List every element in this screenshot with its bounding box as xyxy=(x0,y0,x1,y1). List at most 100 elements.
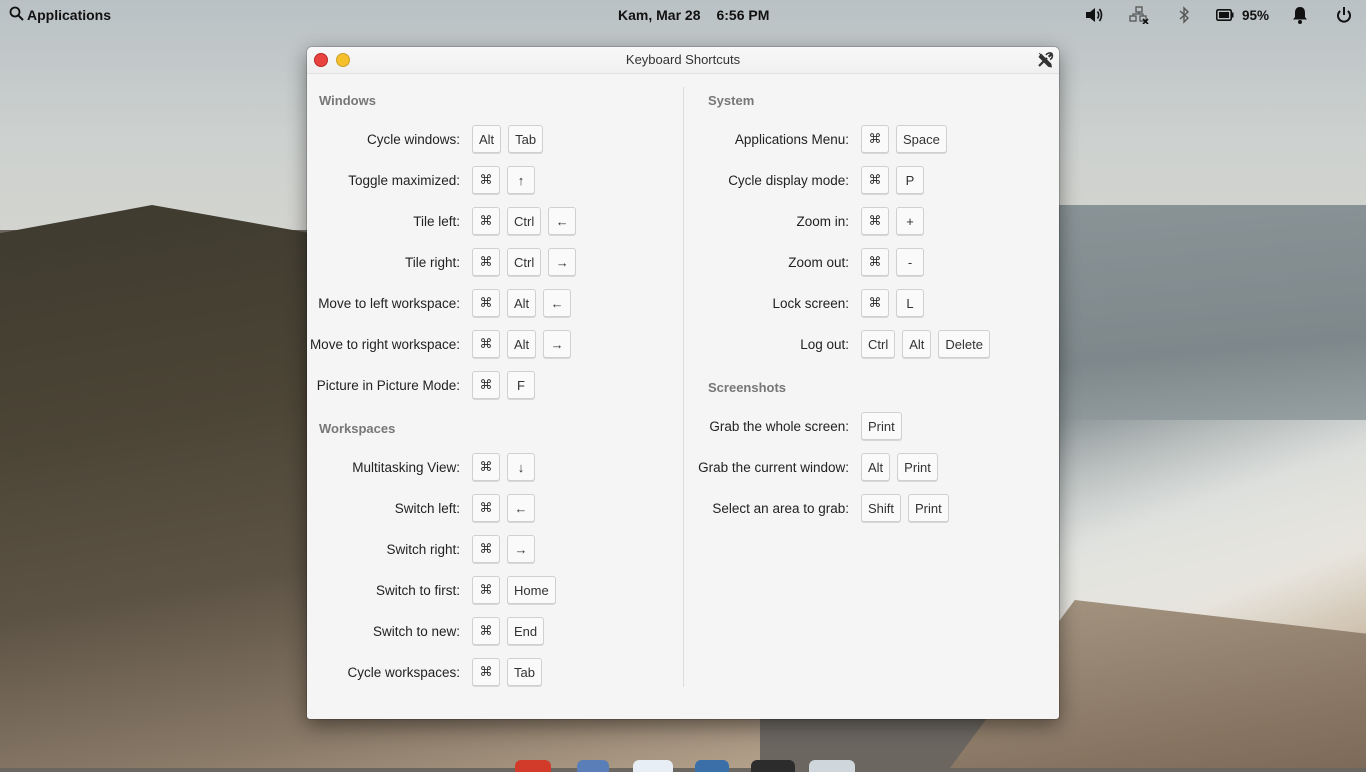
key-cap: Shift xyxy=(861,494,902,522)
shortcut-label: Cycle workspaces: xyxy=(347,665,460,680)
shortcut-keys: ⌘ F xyxy=(472,371,535,401)
key-cap: ⌘ xyxy=(472,248,500,276)
top-panel: Applications Kam, Mar 28 6:56 PM 95% xyxy=(0,0,1366,30)
key-cap: Space xyxy=(896,125,947,153)
shortcut-row: Tile left: xyxy=(307,207,460,237)
notification-bell-icon[interactable] xyxy=(1292,5,1308,25)
applications-menu-button[interactable]: Applications xyxy=(9,6,111,24)
key-cap: ⌘ xyxy=(861,125,889,153)
shortcut-row: Zoom out: xyxy=(687,248,849,278)
shortcut-row: Grab the current window: xyxy=(687,453,849,483)
shortcut-keys: ⌘ Alt ← xyxy=(472,289,572,319)
shortcut-label: Zoom out: xyxy=(788,255,849,270)
key-cap: ⌘ xyxy=(861,248,889,276)
shortcut-row: Picture in Picture Mode: xyxy=(307,371,460,401)
key-cap: ⌘ xyxy=(472,658,500,686)
volume-icon[interactable] xyxy=(1084,5,1104,25)
dock-app-icon[interactable] xyxy=(751,760,795,772)
key-cap: ⌘ xyxy=(472,371,500,399)
key-cap: Alt xyxy=(472,125,502,153)
column-divider xyxy=(683,87,684,687)
date-label: Kam, Mar 28 xyxy=(618,7,701,23)
key-cap: Home xyxy=(507,576,556,604)
shortcut-row: Cycle workspaces: xyxy=(307,658,460,688)
window-title: Keyboard Shortcuts xyxy=(625,52,741,67)
shortcut-label: Move to right workspace: xyxy=(309,337,460,352)
key-cap: ← xyxy=(543,289,572,317)
key-cap: ⌘ xyxy=(472,166,500,194)
key-cap: ↓ xyxy=(507,453,535,481)
section-title-screenshots: Screenshots xyxy=(708,380,787,395)
key-cap: ⌘ xyxy=(472,535,500,563)
shortcut-keys: ⌘ ← xyxy=(472,494,535,524)
dock-app-icon[interactable] xyxy=(515,760,551,772)
key-cap: ⌘ xyxy=(472,330,500,358)
dock-app-icon[interactable] xyxy=(577,760,609,772)
shortcut-label: Cycle display mode: xyxy=(728,173,849,188)
shortcut-keys: ⌘ + xyxy=(861,207,924,237)
shortcut-row: Lock screen: xyxy=(687,289,849,319)
key-cap: ⌘ xyxy=(472,453,500,481)
key-cap: ↑ xyxy=(507,166,535,194)
shortcut-row: Tile right: xyxy=(307,248,460,278)
key-cap: ⌘ xyxy=(472,576,500,604)
shortcut-row: Switch to new: xyxy=(307,617,460,647)
shortcut-label: Select an area to grab: xyxy=(712,501,849,516)
shortcut-keys: ⌘ - xyxy=(861,248,924,278)
key-cap: L xyxy=(896,289,924,317)
battery-indicator[interactable]: 95% xyxy=(1216,5,1269,25)
settings-tools-icon[interactable] xyxy=(1036,51,1054,69)
shortcut-row: Toggle maximized: xyxy=(307,166,460,196)
shortcut-keys: ⌘ → xyxy=(472,535,535,565)
shortcut-label: Switch to first: xyxy=(375,583,460,598)
shortcut-row: Cycle display mode: xyxy=(687,166,849,196)
key-cap: - xyxy=(896,248,924,276)
battery-icon xyxy=(1216,9,1234,21)
shortcut-label: Grab the whole screen: xyxy=(709,419,849,434)
key-cap: End xyxy=(507,617,545,645)
shortcut-row: Log out: xyxy=(687,330,849,360)
key-cap: ⌘ xyxy=(472,617,500,645)
key-cap: ⌘ xyxy=(472,494,500,522)
shortcut-label: Toggle maximized: xyxy=(348,173,460,188)
time-label: 6:56 PM xyxy=(716,7,770,23)
shortcut-row: Grab the whole screen: xyxy=(687,412,849,442)
dock-app-icon[interactable] xyxy=(809,760,855,772)
shortcut-label: Tile left: xyxy=(413,214,460,229)
window-titlebar[interactable]: Keyboard Shortcuts xyxy=(307,47,1059,74)
key-cap: ⌘ xyxy=(472,207,500,235)
key-cap: Print xyxy=(897,453,938,481)
key-cap: Alt xyxy=(861,453,891,481)
key-cap: → xyxy=(507,535,535,563)
key-cap: Alt xyxy=(902,330,932,358)
search-icon xyxy=(9,6,24,24)
dock xyxy=(515,758,860,772)
key-cap: Alt xyxy=(507,330,537,358)
shortcut-label: Cycle windows: xyxy=(366,132,460,147)
shortcut-keys: Ctrl Alt Delete xyxy=(861,330,990,360)
datetime-indicator[interactable]: Kam, Mar 28 6:56 PM xyxy=(618,7,769,23)
key-cap: ← xyxy=(507,494,535,522)
shortcut-keys: ⌘ ↓ xyxy=(472,453,535,483)
key-cap: Print xyxy=(908,494,949,522)
dock-app-icon[interactable] xyxy=(633,760,673,772)
key-cap: Ctrl xyxy=(861,330,896,358)
applications-label: Applications xyxy=(27,7,112,23)
shortcut-keys: ⌘ End xyxy=(472,617,545,647)
bluetooth-icon[interactable] xyxy=(1178,5,1190,25)
shortcut-keys: ⌘ P xyxy=(861,166,924,196)
dock-app-icon[interactable] xyxy=(695,760,729,772)
shortcut-keys: Print xyxy=(861,412,902,442)
power-icon[interactable] xyxy=(1336,5,1352,25)
network-disconnected-icon[interactable] xyxy=(1129,5,1149,25)
key-cap: Ctrl xyxy=(507,207,542,235)
shortcut-label: Switch left: xyxy=(394,501,460,516)
shortcut-row: Select an area to grab: xyxy=(687,494,849,524)
battery-percent: 95% xyxy=(1242,7,1270,23)
key-cap: Alt xyxy=(507,289,537,317)
shortcut-row: Cycle windows: xyxy=(307,125,460,155)
key-cap: Delete xyxy=(938,330,990,358)
shortcut-label: Zoom in: xyxy=(796,214,849,229)
shortcut-row: Move to left workspace: xyxy=(307,289,460,319)
shortcut-row: Switch to first: xyxy=(307,576,460,606)
